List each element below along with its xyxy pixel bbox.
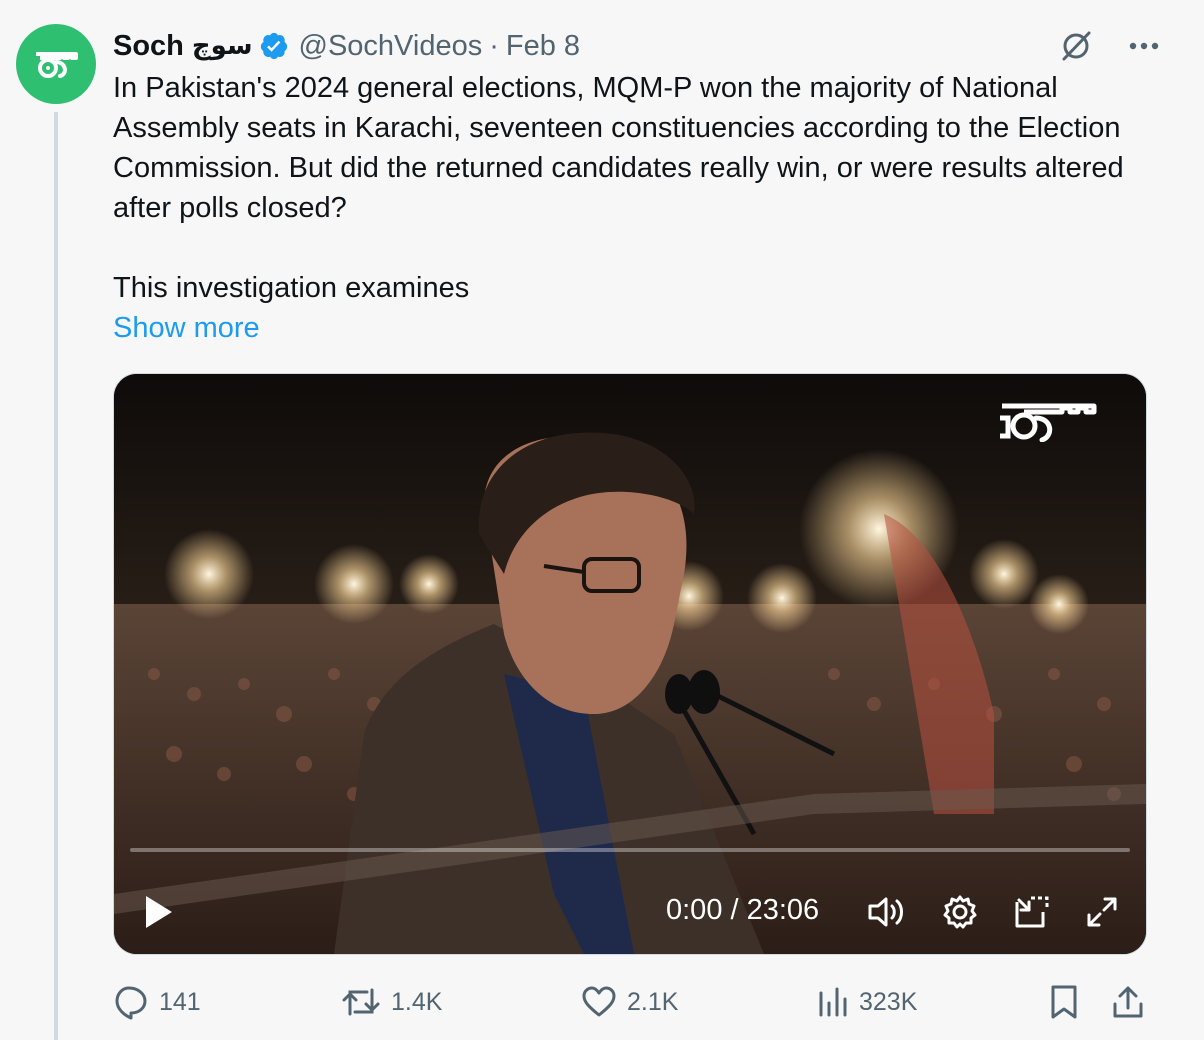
video-time: 0:00 / 23:06 — [666, 894, 820, 926]
views-button[interactable]: 323K — [817, 980, 917, 1024]
share-button[interactable] — [1111, 980, 1145, 1024]
show-more-link[interactable]: Show more — [113, 308, 260, 348]
settings-button[interactable] — [940, 892, 980, 932]
reply-button[interactable]: 141 — [113, 980, 201, 1024]
grok-icon — [1062, 31, 1091, 61]
tweet-text: In Pakistan's 2024 general elections, MQ… — [113, 68, 1153, 308]
view-count: 323K — [859, 987, 918, 1016]
reply-count: 141 — [159, 987, 201, 1016]
soch-watermark-icon — [1000, 403, 1097, 443]
video-player[interactable]: 0:00 / 23:06 — [113, 373, 1147, 955]
share-icon — [1113, 986, 1143, 1018]
tweet-header: Soch سوچ @SochVideos · Feb 8 — [113, 26, 580, 66]
more-button[interactable] — [1124, 28, 1164, 64]
verified-badge-icon — [260, 32, 287, 60]
header-actions — [1056, 28, 1164, 64]
repost-count: 1.4K — [391, 987, 443, 1016]
play-button[interactable] — [140, 890, 180, 934]
play-icon — [146, 896, 172, 928]
bookmark-button[interactable] — [1049, 980, 1079, 1024]
video-controls: 0:00 / 23:06 — [114, 890, 1146, 934]
soch-watermark — [994, 398, 1098, 447]
volume-icon — [868, 897, 903, 927]
settings-gear-icon — [943, 895, 977, 929]
separator-dot: · — [489, 29, 499, 62]
engagement-bar: 141 1.4K 2.1K 323K — [113, 980, 1153, 1024]
tweet-text-paragraph: In Pakistan's 2024 general elections, MQ… — [113, 72, 1124, 224]
views-icon — [819, 987, 847, 1017]
bookmark-icon — [1051, 985, 1077, 1019]
thread-line — [54, 112, 58, 1040]
avatar[interactable] — [16, 24, 96, 104]
repost-icon — [342, 988, 380, 1016]
tweet-text-paragraph-2: This investigation examines — [113, 272, 470, 304]
video-thumbnail — [114, 374, 1146, 954]
fullscreen-icon — [1087, 897, 1117, 927]
grok-button[interactable] — [1056, 28, 1096, 64]
like-button[interactable]: 2.1K — [581, 980, 678, 1024]
handle[interactable]: @SochVideos — [299, 30, 483, 63]
repost-button[interactable]: 1.4K — [341, 980, 442, 1024]
display-name[interactable]: Soch — [113, 30, 184, 63]
like-icon — [582, 986, 616, 1017]
picture-in-picture-button[interactable] — [1012, 892, 1052, 932]
soch-logo-icon — [36, 52, 78, 78]
like-count: 2.1K — [627, 987, 679, 1016]
reply-icon — [115, 986, 147, 1020]
fullscreen-button[interactable] — [1082, 892, 1122, 932]
display-name-urdu[interactable]: سوچ — [192, 31, 253, 61]
tweet-card[interactable]: Soch سوچ @SochVideos · Feb 8 In Pakistan… — [0, 0, 1204, 1040]
video-progress-bar[interactable] — [130, 848, 1130, 852]
timestamp[interactable]: Feb 8 — [506, 30, 580, 63]
volume-button[interactable] — [866, 892, 906, 932]
more-icon — [1129, 42, 1159, 50]
picture-in-picture-icon — [1015, 896, 1049, 928]
